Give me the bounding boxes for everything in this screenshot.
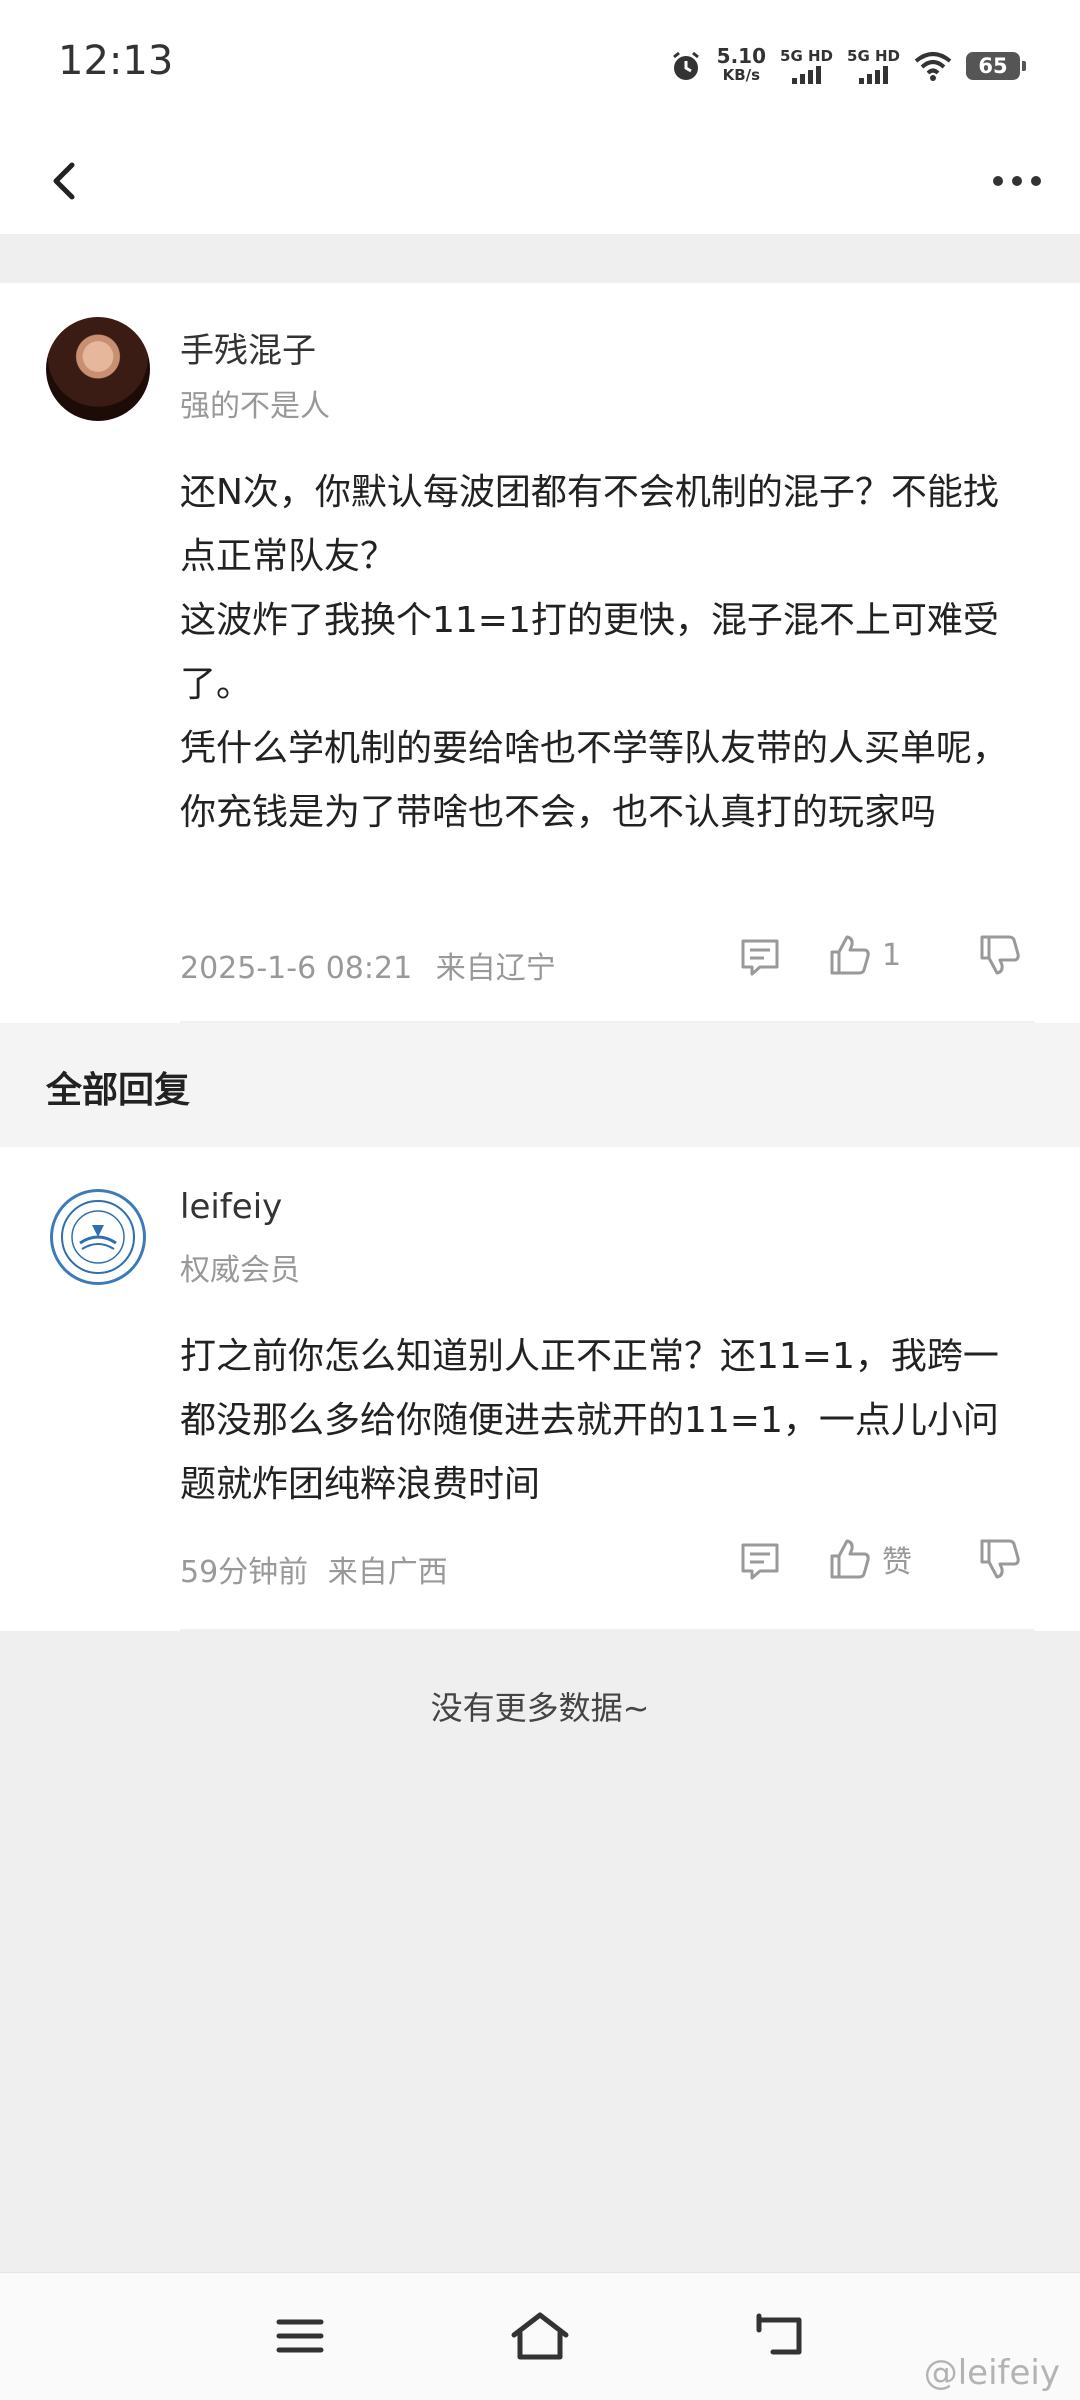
comment-button[interactable] bbox=[738, 935, 782, 979]
battery-icon: 65 bbox=[966, 52, 1026, 80]
thumbs-up-icon bbox=[830, 1539, 870, 1579]
thumbs-down-icon bbox=[980, 935, 1020, 975]
replies-section-header: 全部回复 bbox=[0, 1023, 1080, 1147]
reply-user-title: 权威会员 bbox=[180, 1253, 300, 1288]
reply-timestamp: 59分钟前 bbox=[180, 1555, 309, 1590]
return-icon bbox=[756, 2313, 802, 2355]
status-time: 12:13 bbox=[58, 38, 174, 84]
post-timestamp: 2025-1-6 08:21 bbox=[180, 951, 413, 986]
comment-icon bbox=[741, 939, 779, 976]
signal-2-icon: 5G HD bbox=[847, 48, 900, 84]
post-content: 还N次，你默认每波团都有不会机制的混子？不能找点正常队友？ 这波炸了我换个11=… bbox=[180, 461, 1030, 845]
reply-item: leifeiy 权威会员 打之前你怎么知道别人正不正常？还11=1，我跨一都没那… bbox=[0, 1147, 1080, 1631]
top-navbar bbox=[0, 130, 1080, 234]
post-username[interactable]: 手残混子 bbox=[180, 323, 316, 372]
home-icon bbox=[511, 2312, 569, 2360]
home-button[interactable] bbox=[500, 2301, 580, 2371]
watermark: @leifeiy bbox=[923, 2353, 1060, 2393]
status-bar: 12:13 5.10 KB/s 5G HD 5G HD 65 bbox=[0, 0, 1080, 130]
system-nav-bar: @leifeiy bbox=[0, 2272, 1080, 2400]
more-options-button[interactable] bbox=[982, 146, 1052, 216]
more-dots-icon bbox=[993, 176, 1041, 186]
menu-button[interactable] bbox=[260, 2301, 340, 2371]
signal-1-icon: 5G HD bbox=[780, 48, 833, 84]
menu-icon bbox=[276, 2319, 324, 2353]
post-paragraph: 这波炸了我换个11=1打的更快，混子混不上可难受了。 bbox=[180, 600, 999, 705]
school-emblem-icon bbox=[61, 1200, 135, 1274]
reply-dislike-button[interactable] bbox=[978, 1537, 1022, 1581]
like-label: 赞 bbox=[882, 1545, 912, 1580]
post-meta: 2025-1-6 08:21 来自辽宁 bbox=[180, 943, 556, 987]
reply-comment-button[interactable] bbox=[738, 1539, 782, 1583]
back-arrow-icon bbox=[53, 162, 75, 200]
back-button[interactable] bbox=[30, 146, 100, 216]
reply-location: 来自广西 bbox=[327, 1555, 448, 1590]
post-paragraph: 还N次，你默认每波团都有不会机制的混子？不能找点正常队友？ bbox=[180, 472, 999, 577]
thumbs-down-icon bbox=[980, 1539, 1020, 1579]
replies-section-title: 全部回复 bbox=[46, 1070, 191, 1111]
avatar[interactable] bbox=[46, 317, 150, 421]
no-more-data-text: 没有更多数据~ bbox=[430, 1689, 650, 1727]
alarm-icon bbox=[672, 51, 699, 80]
reply-meta: 59分钟前 来自广西 bbox=[180, 1547, 448, 1591]
back-nav-button[interactable] bbox=[740, 2301, 820, 2371]
post-location: 来自辽宁 bbox=[435, 951, 556, 986]
status-icons: 5.10 KB/s 5G HD 5G HD 65 bbox=[669, 44, 1026, 86]
wifi-icon bbox=[914, 52, 952, 81]
like-button[interactable]: 1 bbox=[828, 933, 901, 977]
network-speed: 5.10 KB/s bbox=[716, 44, 767, 84]
comment-icon bbox=[741, 1543, 779, 1580]
reply-like-button[interactable]: 赞 bbox=[828, 1537, 912, 1581]
divider bbox=[180, 1629, 1034, 1631]
main-post: 手残混子 强的不是人 还N次，你默认每波团都有不会机制的混子？不能找点正常队友？… bbox=[0, 283, 1080, 1023]
reply-username[interactable]: leifeiy bbox=[180, 1187, 282, 1227]
thumbs-up-icon bbox=[830, 935, 870, 975]
post-paragraph: 凭什么学机制的要给啥也不学等队友带的人买单呢，你充钱是为了带啥也不会，也不认真打… bbox=[180, 728, 1009, 833]
like-count: 1 bbox=[882, 937, 902, 973]
post-user-title: 强的不是人 bbox=[180, 389, 330, 424]
avatar[interactable] bbox=[50, 1189, 146, 1285]
reply-content: 打之前你怎么知道别人正不正常？还11=1，我跨一都没那么多给你随便进去就开的11… bbox=[180, 1336, 999, 1505]
dislike-button[interactable] bbox=[978, 933, 1022, 977]
